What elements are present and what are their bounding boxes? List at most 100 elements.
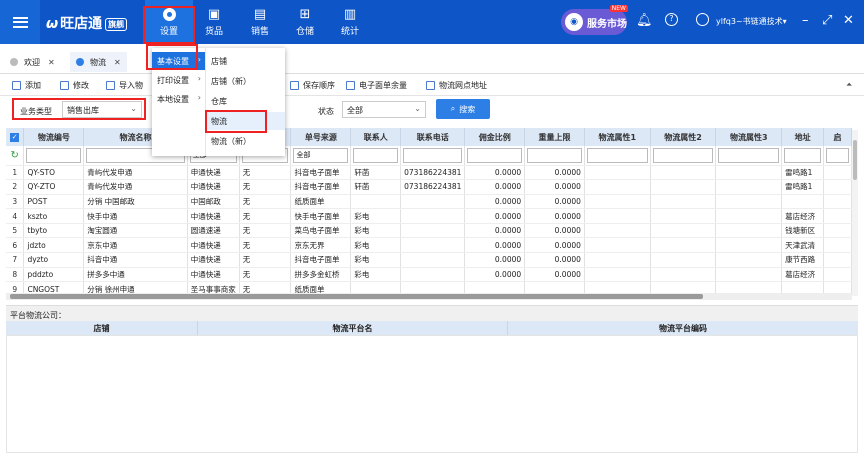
refresh-icon[interactable]: ↻ bbox=[6, 146, 25, 166]
table-row[interactable]: 3 POST 分销 中国邮政 中国邮政无纸质面单 0.0000 0.0000 bbox=[6, 194, 852, 210]
service-market-button[interactable]: ◉ 服务市场 NEW bbox=[561, 5, 628, 35]
filter-all-select[interactable]: 全部 bbox=[293, 147, 349, 163]
column-header[interactable]: 物流编号 bbox=[23, 128, 85, 146]
table-row[interactable]: 4 kszto 快手中通 中通快递无快手电子面单 彩电 0.0000 0.0000 葛店经济 bbox=[6, 208, 852, 224]
esheet-balance-button[interactable]: 电子面单余量 bbox=[346, 80, 407, 91]
column-filter[interactable] bbox=[584, 146, 651, 166]
table-cell: POST bbox=[23, 194, 85, 210]
table-row[interactable]: 8 pddzto 拼多多中通 中通快递无拼多多金虹桥 彩电 0.0000 0.0000 葛店经… bbox=[6, 267, 852, 283]
menu-basic-settings[interactable]: 基本设置 › bbox=[152, 52, 205, 70]
column-filter[interactable] bbox=[823, 146, 852, 166]
close-tab-icon[interactable]: ✕ bbox=[114, 58, 121, 67]
biz-type-value: 销售出库 bbox=[67, 106, 99, 115]
column-filter[interactable] bbox=[781, 146, 825, 166]
column-header[interactable]: 联系人 bbox=[350, 128, 402, 146]
bell-icon[interactable]: 🔔︎ bbox=[636, 13, 653, 28]
column-filter[interactable] bbox=[715, 146, 783, 166]
hamburger-menu-button[interactable] bbox=[0, 0, 40, 44]
column-header[interactable]: 单号来源 bbox=[290, 128, 352, 146]
select-all-checkbox[interactable]: ✓ bbox=[6, 128, 25, 146]
menu-local-settings[interactable]: 本地设置 › bbox=[152, 90, 205, 108]
column-filter[interactable]: 全部 bbox=[290, 146, 352, 166]
nav-sales[interactable]: ▤ 销售 bbox=[242, 0, 278, 44]
column-filter[interactable] bbox=[400, 146, 466, 166]
filter-input[interactable] bbox=[467, 147, 523, 163]
avatar[interactable] bbox=[696, 13, 709, 26]
table-row[interactable]: 7 dyzto 抖音中通 中通快递无抖音电子面单 彩电 0.0000 0.0000 康节西路 bbox=[6, 252, 852, 268]
column-header[interactable]: 物流属性3 bbox=[715, 128, 783, 146]
user-name[interactable]: ylfq3~书链通技术▾ bbox=[716, 16, 787, 27]
nav-stats[interactable]: ▥ 统计 bbox=[332, 0, 368, 44]
search-button[interactable]: ⌕ 搜索 bbox=[436, 99, 490, 119]
table-cell bbox=[781, 194, 825, 210]
filter-input[interactable] bbox=[586, 147, 648, 163]
close-tab-icon[interactable]: ✕ bbox=[48, 58, 55, 67]
filter-input[interactable] bbox=[784, 147, 822, 163]
filter-input[interactable] bbox=[26, 147, 82, 163]
column-filter[interactable] bbox=[23, 146, 85, 166]
tab-welcome-label: 欢迎 bbox=[24, 57, 40, 67]
table-cell bbox=[650, 194, 717, 210]
table-cell bbox=[400, 237, 466, 254]
biz-type-select[interactable]: 销售出库 ⌄ bbox=[62, 101, 142, 118]
menu-shop[interactable]: 店铺 bbox=[206, 52, 285, 70]
table-row[interactable]: 6 jdzto 京东中通 中通快递无京东无界 彩电 0.0000 0.0000 天津武清 bbox=[6, 237, 852, 254]
filter-input[interactable] bbox=[353, 147, 399, 163]
collapse-icon[interactable]: ⏶ bbox=[846, 80, 852, 90]
menu-logistics-new[interactable]: 物流（新） bbox=[206, 132, 285, 150]
column-header[interactable]: 启 bbox=[823, 128, 852, 146]
table-row[interactable]: 2 QY-ZTO 青屿代发中通 中通快递无抖音电子面单 轩菡 073186224381 0.… bbox=[6, 179, 852, 195]
menu-local-settings-label: 本地设置 bbox=[157, 95, 189, 104]
filter-input[interactable] bbox=[403, 147, 463, 163]
tab-dot-icon bbox=[10, 58, 18, 66]
table-row[interactable]: 1 QY-STO 青屿代发申通 申通快递无抖音电子面单 轩菡 073186224381 0.… bbox=[6, 165, 852, 181]
column-header[interactable]: 重量上限 bbox=[524, 128, 585, 146]
table-row[interactable]: 5 tbyto 淘宝圆通 圆通速递无菜鸟电子面单 彩电 0.0000 0.0000 钱塘新区 bbox=[6, 223, 852, 239]
table-cell: 0.0000 bbox=[464, 237, 526, 254]
table-cell: 菜鸟电子面单 bbox=[290, 223, 352, 239]
tab-welcome[interactable]: 欢迎 ✕ bbox=[10, 52, 55, 72]
column-header[interactable]: 物流属性1 bbox=[584, 128, 651, 146]
help-icon[interactable]: ? bbox=[665, 13, 678, 26]
table-cell bbox=[584, 237, 651, 254]
vertical-scrollbar[interactable] bbox=[852, 130, 858, 296]
filter-input[interactable] bbox=[826, 147, 849, 163]
tab-bar: 欢迎 ✕ 物流 ✕ bbox=[0, 44, 864, 74]
column-filter[interactable] bbox=[650, 146, 717, 166]
service-label: 服务市场 bbox=[587, 18, 627, 30]
column-filter[interactable] bbox=[350, 146, 402, 166]
menu-logistics[interactable]: 物流 bbox=[206, 112, 285, 130]
filter-input[interactable] bbox=[652, 147, 714, 163]
save-order-button[interactable]: 保存顺序 bbox=[290, 80, 335, 91]
column-header[interactable]: 物流属性2 bbox=[650, 128, 717, 146]
status-select[interactable]: 全部 ⌄ bbox=[342, 101, 426, 118]
outlet-address-button[interactable]: 物流网点地址 bbox=[426, 80, 487, 91]
import-button[interactable]: 导入物 bbox=[106, 80, 148, 91]
nav-goods[interactable]: ▣ 货品 bbox=[196, 0, 232, 44]
new-badge: NEW bbox=[609, 5, 628, 12]
edit-button[interactable]: 修改 bbox=[60, 80, 89, 91]
add-button[interactable]: 添加 bbox=[12, 80, 41, 91]
nav-warehouse[interactable]: ⊞ 仓储 bbox=[287, 0, 323, 44]
nav-settings[interactable]: 设置 bbox=[145, 0, 193, 44]
close-icon[interactable]: ✕ bbox=[843, 13, 854, 28]
column-filter[interactable] bbox=[464, 146, 526, 166]
table-cell: 0.0000 bbox=[464, 252, 526, 268]
settings-dropdown-menu: 基本设置 › 打印设置 › 本地设置 › 店铺 店铺（新） 仓库 物流 物流（新） bbox=[152, 48, 285, 156]
column-header[interactable]: 联系电话 bbox=[400, 128, 466, 146]
menu-shop-new[interactable]: 店铺（新） bbox=[206, 72, 285, 90]
column-header[interactable]: 佣金比例 bbox=[464, 128, 526, 146]
menu-print-settings[interactable]: 打印设置 › bbox=[152, 71, 205, 89]
table-cell: 彩电 bbox=[350, 223, 402, 239]
menu-warehouse[interactable]: 仓库 bbox=[206, 92, 285, 110]
table-cell: 抖音电子面单 bbox=[290, 252, 352, 268]
horizontal-scrollbar[interactable] bbox=[10, 294, 703, 299]
minimize-icon[interactable]: – bbox=[802, 13, 809, 28]
filter-input[interactable] bbox=[718, 147, 780, 163]
maximize-icon[interactable]: ⤢ bbox=[822, 13, 832, 28]
document-icon: ▤ bbox=[253, 7, 267, 22]
tab-logistics[interactable]: 物流 ✕ bbox=[70, 52, 127, 72]
column-header[interactable]: 地址 bbox=[781, 128, 825, 146]
filter-input[interactable] bbox=[527, 147, 582, 163]
column-filter[interactable] bbox=[524, 146, 585, 166]
